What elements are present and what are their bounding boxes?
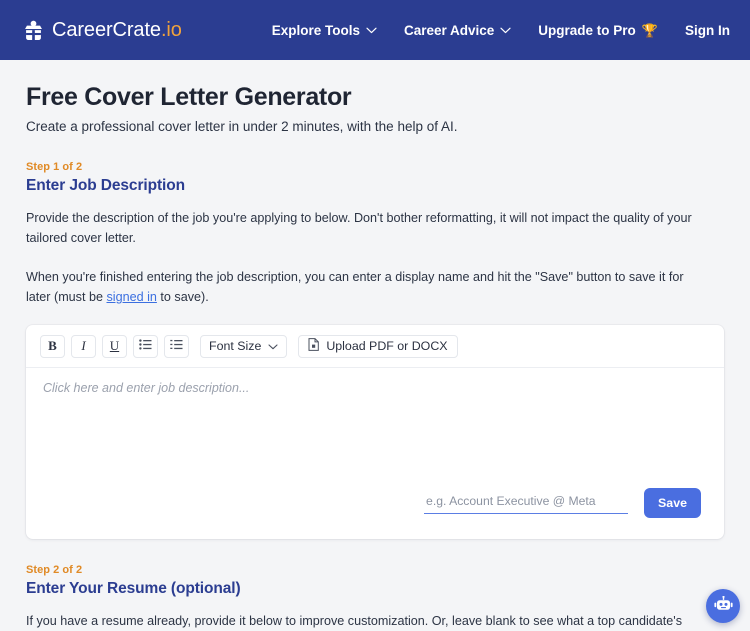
display-name-input[interactable]	[424, 491, 629, 515]
underline-button[interactable]: U	[102, 334, 127, 358]
brand-name: CareerCrate.io	[52, 18, 182, 41]
trophy-icon: 🏆	[641, 22, 658, 38]
nav-item-upgrade-to-pro[interactable]: Upgrade to Pro 🏆	[538, 23, 658, 38]
brand-logo-link[interactable]: CareerCrate.io	[24, 19, 182, 42]
nav-item-label: Upgrade to Pro	[538, 22, 636, 38]
page-content: Free Cover Letter Generator Create a pro…	[0, 60, 750, 631]
robot-chat-icon	[713, 595, 733, 616]
nav-item-career-advice[interactable]: Career Advice	[404, 23, 511, 38]
numbered-list-button[interactable]	[164, 334, 189, 358]
chevron-down-icon	[500, 27, 511, 34]
bold-button[interactable]: B	[40, 334, 65, 358]
job-description-editor-card: B I U Font Size Upload PDF or DOCX Click…	[26, 324, 724, 539]
numbered-list-icon	[170, 339, 183, 353]
step1-eyebrow: Step 1 of 2	[26, 161, 83, 174]
step1-heading: Enter Job Description	[26, 177, 185, 195]
upload-file-button[interactable]: Upload PDF or DOCX	[298, 334, 458, 358]
step2-heading: Enter Your Resume (optional)	[26, 579, 241, 597]
page-title: Free Cover Letter Generator	[26, 83, 352, 111]
italic-button[interactable]: I	[71, 334, 96, 358]
chat-support-button[interactable]	[706, 589, 740, 623]
font-size-select[interactable]: Font Size	[200, 334, 288, 358]
save-row: Save	[26, 487, 724, 539]
brand-tld: .io	[160, 18, 182, 41]
signed-in-link[interactable]: signed in	[107, 290, 157, 304]
crate-logo-icon	[24, 20, 43, 41]
file-document-icon	[308, 338, 320, 354]
nav-item-label: Explore Tools	[271, 22, 360, 38]
upload-file-label: Upload PDF or DOCX	[326, 339, 448, 354]
app-root: CareerCrate.io Explore Tools Career Advi…	[0, 0, 750, 631]
font-size-label: Font Size	[209, 339, 262, 354]
save-button[interactable]: Save	[644, 487, 701, 518]
step2-eyebrow: Step 2 of 2	[26, 563, 83, 576]
step1-paragraph-2-suffix: to save).	[156, 290, 209, 305]
nav-item-sign-in[interactable]: Sign In	[685, 23, 730, 38]
step1-paragraph-2: When you're finished entering the job de…	[26, 267, 698, 308]
nav-item-label: Career Advice	[403, 22, 495, 38]
step1-paragraph-1: Provide the description of the job you'r…	[26, 211, 692, 246]
chevron-down-icon	[268, 339, 278, 353]
page-subtitle: Create a professional cover letter in un…	[26, 118, 458, 134]
top-navigation-bar: CareerCrate.io Explore Tools Career Advi…	[0, 0, 750, 60]
nav-item-explore-tools[interactable]: Explore Tools	[272, 23, 377, 38]
chevron-down-icon	[366, 27, 377, 34]
editor-toolbar: B I U Font Size Upload PDF or DOCX	[26, 325, 724, 368]
bullet-list-button[interactable]	[133, 334, 158, 358]
step2-paragraph-1: If you have a resume already, provide it…	[26, 613, 682, 628]
bullet-list-icon	[139, 339, 152, 353]
nav-links: Explore Tools Career Advice Upgrade to P…	[272, 23, 730, 38]
job-description-placeholder: Click here and enter job description...	[43, 380, 250, 395]
job-description-textarea[interactable]: Click here and enter job description...	[26, 368, 724, 488]
